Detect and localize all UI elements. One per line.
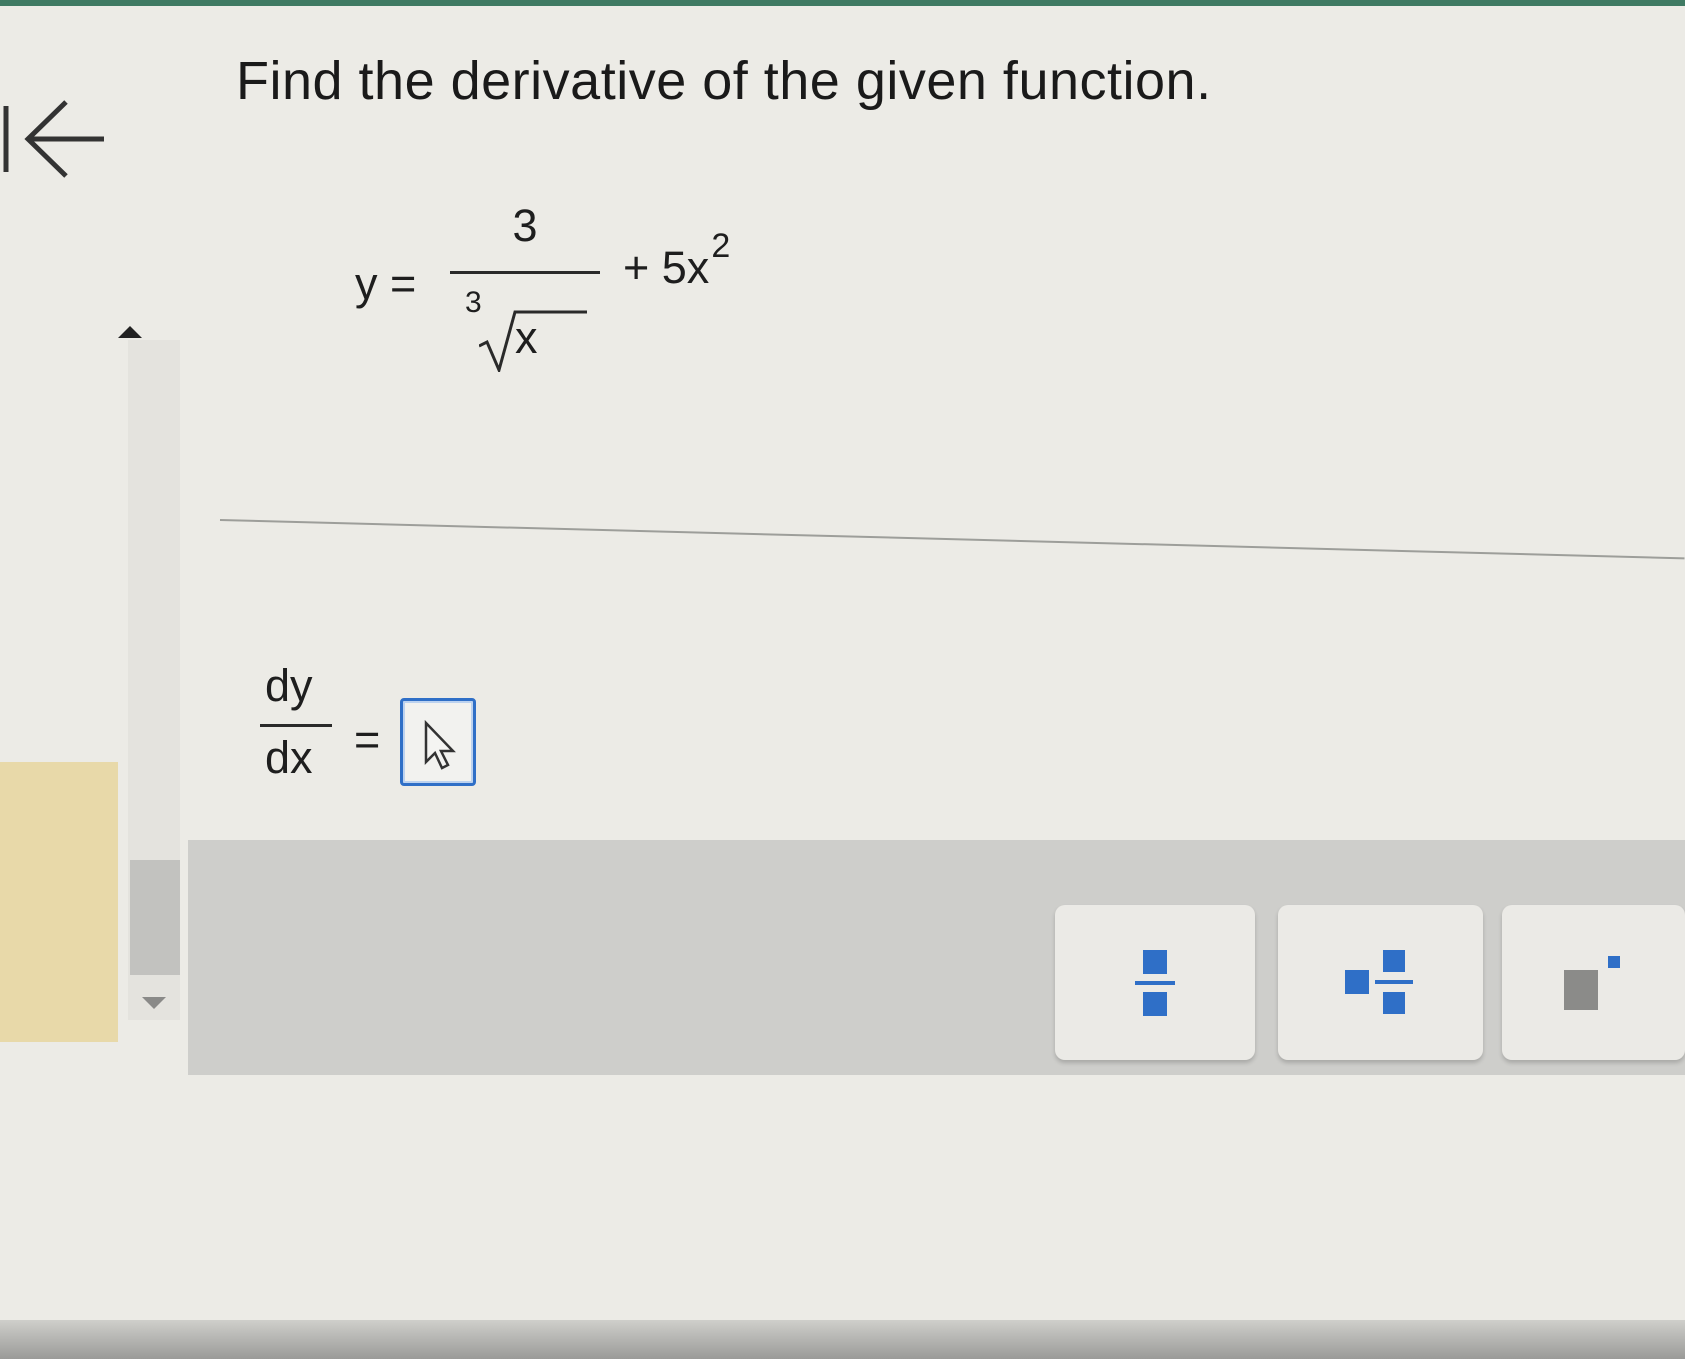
fraction-numerator: 3 <box>512 200 538 251</box>
caret-up-icon <box>118 326 142 338</box>
power-term-exponent: 2 <box>711 227 731 265</box>
power-term-base: + 5x <box>623 242 710 293</box>
exponent-template-button[interactable] <box>1502 905 1685 1060</box>
derivative-label-numerator: dy <box>265 660 313 711</box>
fraction-template-icon <box>1135 949 1175 1016</box>
back-button[interactable] <box>0 84 110 194</box>
section-divider <box>219 519 1685 560</box>
scrollbar-thumb[interactable] <box>130 860 180 975</box>
top-band <box>0 0 1685 6</box>
answer-row: dy dx = <box>260 660 510 800</box>
fraction-template-button[interactable] <box>1055 905 1255 1060</box>
cube-root: 3 x <box>465 286 605 376</box>
back-arrow-icon <box>3 100 104 178</box>
derivative-label-bar <box>260 724 332 727</box>
scroll-up-button[interactable] <box>118 322 142 340</box>
answer-equals: = <box>354 714 381 765</box>
caret-down-icon <box>142 997 166 1009</box>
mixed-number-template-icon <box>1344 949 1413 1014</box>
question-prompt: Find the derivative of the given functio… <box>236 51 1212 111</box>
root-radicand: x <box>515 312 538 363</box>
mixed-number-template-button[interactable] <box>1278 905 1483 1060</box>
exponent-template-icon <box>1563 955 1620 1010</box>
answer-input[interactable] <box>400 698 476 786</box>
power-term: + 5x2 <box>623 227 730 294</box>
scroll-down-button[interactable] <box>142 995 166 1013</box>
derivative-label-denominator: dx <box>265 732 313 783</box>
equation-lhs: y = <box>355 258 417 309</box>
screen-bottom-edge <box>0 1320 1685 1359</box>
side-panel-strip <box>0 762 118 1042</box>
fraction-bar <box>450 271 600 274</box>
